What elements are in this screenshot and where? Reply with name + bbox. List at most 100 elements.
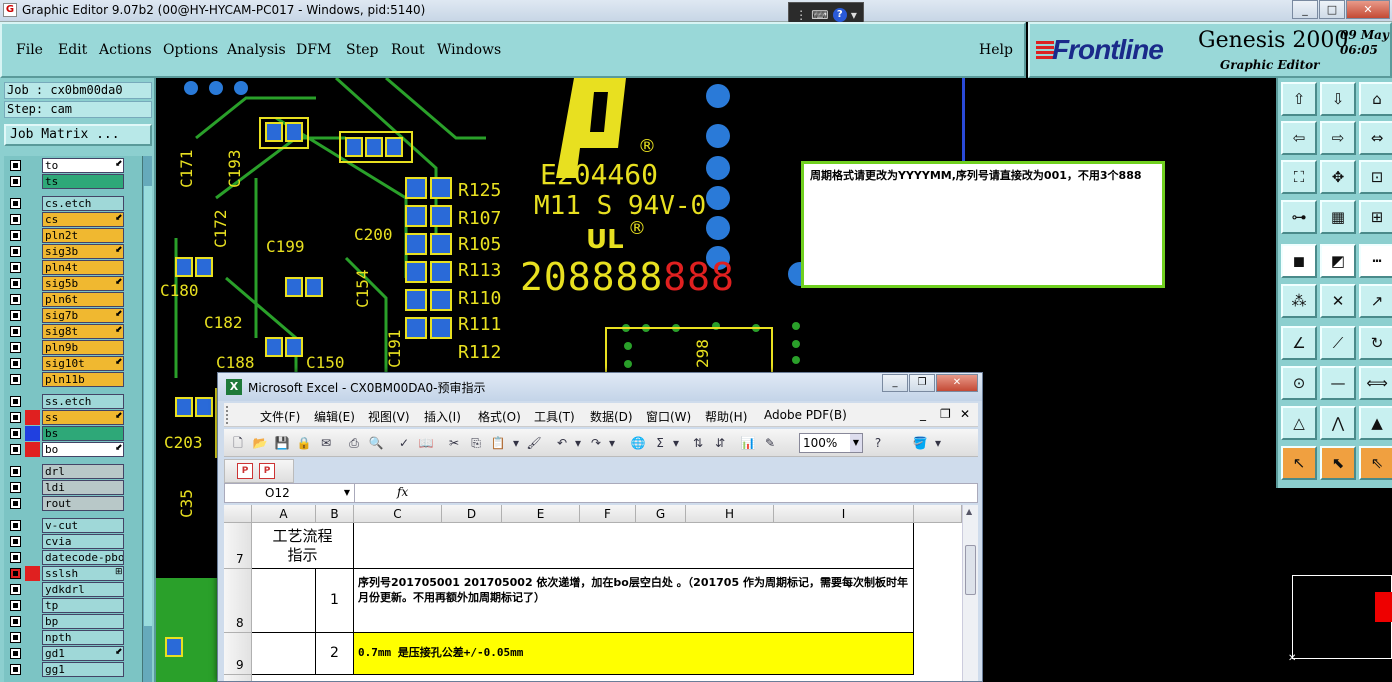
layer-name[interactable]: ts <box>42 174 124 189</box>
layer-color-swatch[interactable] <box>25 614 40 629</box>
xl-menu-data[interactable]: 数据(D) <box>590 408 633 425</box>
worksheet[interactable]: A B C D E F G H I 7 工艺流程指示 8 1 序列号201705… <box>224 505 962 681</box>
annotation-note[interactable]: 周期格式请更改为YYYYMM,序列号请直接改为001，不用3个888 <box>801 161 1165 288</box>
keyboard-icon[interactable]: ⌨ <box>811 8 828 22</box>
layer-row-pln6t[interactable]: pln6t <box>4 292 142 307</box>
layer-checkbox[interactable] <box>10 262 21 273</box>
zoom-down-icon[interactable]: ⇩ <box>1320 82 1356 116</box>
layer-checkbox[interactable] <box>10 648 21 659</box>
cell-b9[interactable]: 2 <box>316 633 354 675</box>
layer-checkbox[interactable] <box>10 246 21 257</box>
excel-scroll-thumb[interactable] <box>965 545 976 595</box>
layer-row-cvia[interactable]: cvia <box>4 534 142 549</box>
layer-name[interactable]: pln9b <box>42 340 124 355</box>
layer-checkbox[interactable] <box>10 374 21 385</box>
name-box[interactable]: O12 ▼ <box>225 484 355 502</box>
row-header-10[interactable] <box>224 675 252 681</box>
cell-a9[interactable] <box>252 633 316 675</box>
layer-name[interactable]: sig5b <box>42 276 124 291</box>
triangle-icon[interactable]: △ <box>1281 406 1317 440</box>
layer-color-swatch[interactable] <box>25 426 40 441</box>
pdf-email-icon[interactable]: P <box>259 463 275 479</box>
drawing-icon[interactable]: ✎ <box>762 435 778 451</box>
fit-width-icon[interactable]: ⇔ <box>1359 121 1392 155</box>
layer-checkbox[interactable] <box>10 294 21 305</box>
menu-actions[interactable]: Actions <box>99 42 152 58</box>
menu-file[interactable]: File <box>16 42 43 58</box>
measure-icon[interactable]: ⊶ <box>1281 200 1317 234</box>
col-header-g[interactable]: G <box>636 505 686 523</box>
layer-name[interactable]: tp <box>42 598 124 613</box>
layer-name[interactable]: ldi <box>42 480 124 495</box>
cell-c8[interactable]: 序列号201705001 201705002 依次递增，加在bo层空白处 。（2… <box>354 569 914 633</box>
layer-row-pln11b[interactable]: pln11b <box>4 372 142 387</box>
doc-minimize-icon[interactable]: _ <box>920 407 926 421</box>
xl-menu-adobe-pdf[interactable]: Adobe PDF(B) <box>764 408 847 422</box>
layer-checkbox[interactable] <box>10 358 21 369</box>
save-icon[interactable]: 💾 <box>274 435 290 451</box>
col-header-b[interactable]: B <box>316 505 354 523</box>
zoom-fit-icon[interactable]: ⛶ <box>1281 160 1317 194</box>
excel-close-button[interactable]: ✕ <box>936 374 978 392</box>
cell-c9[interactable]: 0.7mm 是压接孔公差+/-0.05mm <box>354 633 914 675</box>
row-header-9[interactable]: 9 <box>224 633 252 675</box>
xl-menu-format[interactable]: 格式(O) <box>478 408 521 425</box>
layer-row-ss.etch[interactable]: ss.etch <box>4 394 142 409</box>
layer-row-v-cut[interactable]: v-cut <box>4 518 142 533</box>
select-feature-icon[interactable]: ◼ <box>1281 244 1317 278</box>
cell-c7[interactable] <box>354 523 914 569</box>
col-header-i[interactable]: I <box>774 505 914 523</box>
layer-color-swatch[interactable] <box>25 518 40 533</box>
layer-name[interactable]: sslsh <box>42 566 124 581</box>
layer-checkbox[interactable] <box>10 326 21 337</box>
pyramid-icon[interactable]: ▲ <box>1359 406 1392 440</box>
layer-color-swatch[interactable] <box>25 158 40 173</box>
layer-checkbox[interactable] <box>10 482 21 493</box>
layer-name[interactable]: bp <box>42 614 124 629</box>
maximize-button[interactable]: □ <box>1319 0 1345 19</box>
email-icon[interactable]: ✉ <box>318 435 334 451</box>
scale-icon[interactable]: ⊡ <box>1359 160 1392 194</box>
layer-color-swatch[interactable] <box>25 534 40 549</box>
layer-color-swatch[interactable] <box>25 464 40 479</box>
open-icon[interactable]: 📂 <box>252 435 268 451</box>
layer-name[interactable]: bo <box>42 442 124 457</box>
layer-color-swatch[interactable] <box>25 308 40 323</box>
excel-vertical-scrollbar[interactable]: ▲ <box>962 505 978 681</box>
split-icon[interactable]: — <box>1320 366 1356 400</box>
convert-pdf-icon[interactable]: P <box>237 463 253 479</box>
excel-title-bar[interactable]: X Microsoft Excel - CX0BM00DA0-预审指示 _ ❐ … <box>218 373 982 401</box>
layer-checkbox[interactable] <box>10 198 21 209</box>
sort-descending-icon[interactable]: ⇵ <box>712 435 728 451</box>
layer-color-swatch[interactable] <box>25 244 40 259</box>
excel-window[interactable]: X Microsoft Excel - CX0BM00DA0-预审指示 _ ❐ … <box>217 372 983 682</box>
job-matrix-button[interactable]: Job Matrix ... <box>4 124 152 146</box>
layer-checkbox[interactable] <box>10 616 21 627</box>
xl-menu-window[interactable]: 窗口(W) <box>646 408 691 425</box>
layer-name[interactable]: pln4t <box>42 260 124 275</box>
menu-analysis[interactable]: Analysis <box>227 42 286 58</box>
layer-name[interactable]: rout <box>42 496 124 511</box>
layer-row-sig8t[interactable]: sig8t ⬋ <box>4 324 142 339</box>
layer-color-swatch[interactable] <box>25 292 40 307</box>
zoom-center-icon[interactable]: ✥ <box>1320 160 1356 194</box>
layer-row-pln4t[interactable]: pln4t <box>4 260 142 275</box>
layer-checkbox[interactable] <box>10 278 21 289</box>
layer-checkbox[interactable] <box>10 600 21 611</box>
print-icon[interactable]: ⎙ <box>346 435 362 451</box>
layer-name[interactable]: sig10t <box>42 356 124 371</box>
layer-name[interactable]: pln6t <box>42 292 124 307</box>
layer-row-sig7b[interactable]: sig7b ⬋ <box>4 308 142 323</box>
xl-menu-file[interactable]: 文件(F) <box>260 408 300 425</box>
layer-name[interactable]: cvia <box>42 534 124 549</box>
layer-row-gg1[interactable]: gg1 <box>4 662 142 677</box>
zoom-home-icon[interactable]: ⇧ <box>1281 82 1317 116</box>
row-header-8[interactable]: 8 <box>224 569 252 633</box>
menu-edit[interactable]: Edit <box>58 42 87 58</box>
layer-row-npth[interactable]: npth <box>4 630 142 645</box>
layer-name[interactable]: pln2t <box>42 228 124 243</box>
layer-checkbox[interactable] <box>10 520 21 531</box>
permission-icon[interactable]: 🔒 <box>296 435 312 451</box>
paste-dropdown-icon[interactable]: ▾ <box>508 435 524 451</box>
layer-color-swatch[interactable] <box>25 174 40 189</box>
